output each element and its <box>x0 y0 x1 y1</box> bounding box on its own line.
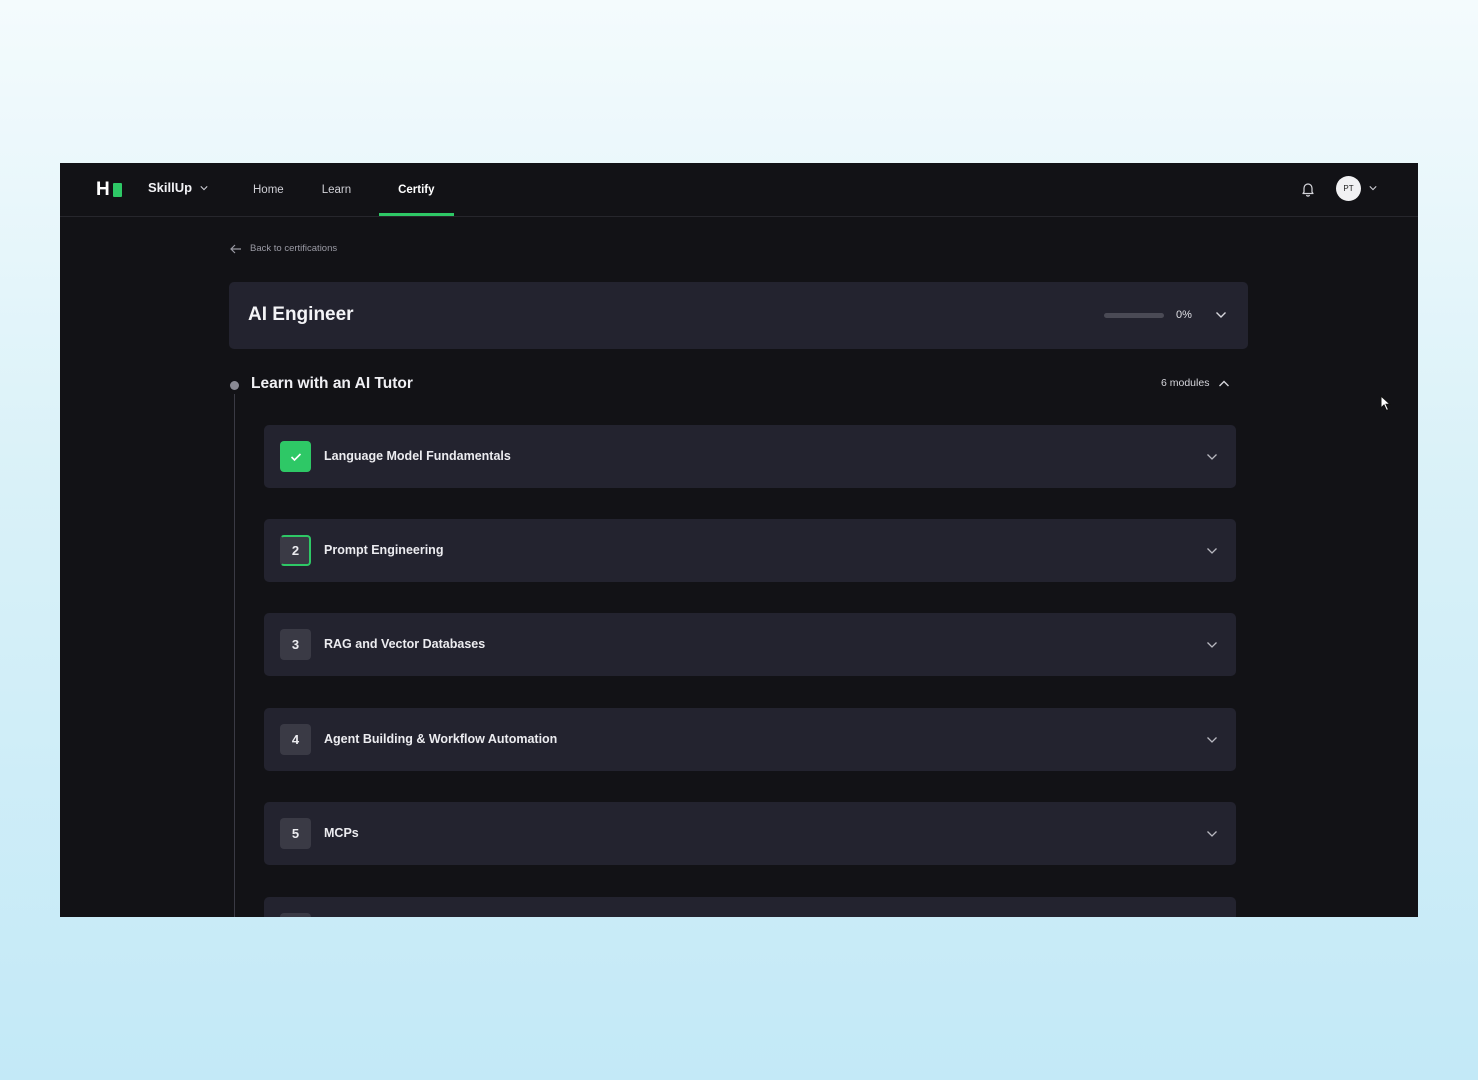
section-collapse-toggle[interactable]: 6 modules <box>1161 377 1230 389</box>
module-card[interactable]: 3 RAG and Vector Databases <box>264 613 1236 676</box>
module-card[interactable]: Language Model Fundamentals <box>264 425 1236 488</box>
chevron-down-icon <box>1207 642 1217 648</box>
checkmark-icon <box>290 452 301 461</box>
avatar[interactable]: PT <box>1336 176 1361 201</box>
arrow-left-icon <box>230 244 241 253</box>
module-title: MCPs <box>324 826 359 840</box>
certification-header-card: AI Engineer 0% <box>229 282 1248 349</box>
chevron-down-icon <box>1207 737 1217 743</box>
chevron-down-icon[interactable] <box>1215 310 1227 320</box>
chevron-down-icon <box>200 185 208 190</box>
logo-letter: H <box>96 179 110 200</box>
module-card[interactable]: 5 MCPs <box>264 802 1236 865</box>
module-card[interactable]: 2 Prompt Engineering <box>264 519 1236 582</box>
module-title: Agent Building & Workflow Automation <box>324 732 558 746</box>
module-number: 3 <box>280 629 311 660</box>
module-number: 5 <box>280 818 311 849</box>
nav-certify[interactable]: Certify <box>379 163 454 216</box>
module-number: 4 <box>280 724 311 755</box>
section-title: Learn with an AI Tutor <box>251 375 413 392</box>
mouse-cursor-icon <box>1380 395 1392 412</box>
module-title: Prompt Engineering <box>324 543 444 557</box>
logo-square <box>112 182 122 197</box>
back-link-label: Back to certifications <box>250 243 338 254</box>
main-nav: Home Learn Certify <box>243 163 472 216</box>
bell-icon[interactable] <box>1301 181 1315 197</box>
nav-learn[interactable]: Learn <box>312 163 361 216</box>
progress-bar <box>1104 313 1164 318</box>
module-card[interactable]: 4 Agent Building & Workflow Automation <box>264 708 1236 771</box>
timeline-line <box>234 394 235 917</box>
module-title: Language Model Fundamentals <box>324 449 511 463</box>
chevron-up-icon <box>1219 380 1230 386</box>
certification-title: AI Engineer <box>248 304 354 325</box>
module-card[interactable] <box>264 897 1236 917</box>
top-nav-bar: H SkillUp Home Learn Certify PT <box>60 163 1418 217</box>
module-number: 2 <box>280 535 311 566</box>
timeline-dot <box>230 381 239 390</box>
module-number <box>280 913 311 917</box>
module-complete-badge <box>280 441 311 472</box>
progress-percent: 0% <box>1176 309 1192 321</box>
chevron-down-icon <box>1207 548 1217 554</box>
brand-switcher[interactable]: SkillUp <box>148 180 208 195</box>
app-window: H SkillUp Home Learn Certify PT Back to … <box>60 163 1418 917</box>
back-to-certifications-link[interactable]: Back to certifications <box>230 243 337 254</box>
module-title: RAG and Vector Databases <box>324 637 486 651</box>
modules-count: 6 modules <box>1161 377 1210 389</box>
chevron-down-icon <box>1207 831 1217 837</box>
nav-home[interactable]: Home <box>243 163 294 216</box>
chevron-down-icon <box>1207 454 1217 460</box>
brand-name: SkillUp <box>148 180 193 195</box>
logo[interactable]: H <box>96 180 122 199</box>
chevron-down-icon[interactable] <box>1369 184 1377 192</box>
